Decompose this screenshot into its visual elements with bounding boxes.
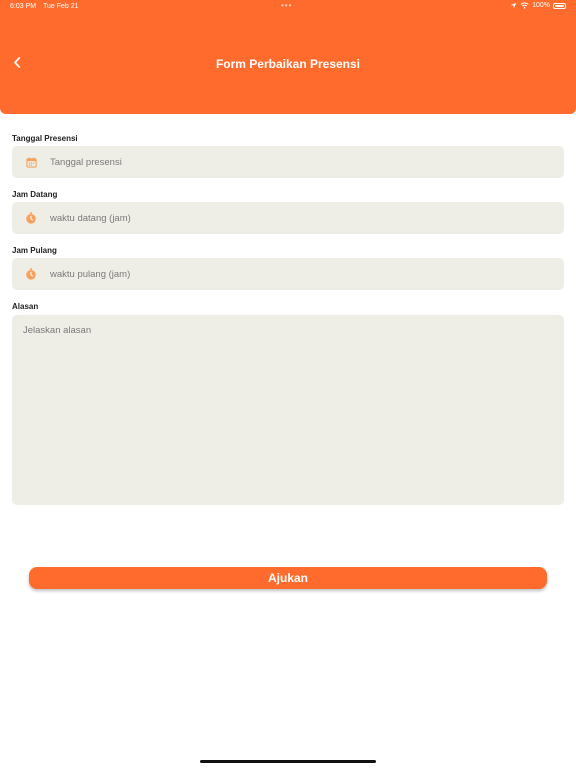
- app-header: 6:03 PM Tue Feb 21 ••• 100% Form Perbaik…: [0, 0, 576, 114]
- home-indicator[interactable]: [200, 760, 376, 763]
- status-time: 6:03 PM: [10, 3, 37, 10]
- multitasking-dots[interactable]: •••: [281, 1, 292, 10]
- screen: 6:03 PM Tue Feb 21 ••• 100% Form Perbaik…: [0, 0, 576, 768]
- wifi-icon: [520, 2, 529, 9]
- label-alasan: Alasan: [12, 302, 39, 311]
- alasan-placeholder: Jelaskan alasan: [23, 325, 92, 336]
- alasan-textarea[interactable]: Jelaskan alasan: [12, 315, 564, 505]
- status-bar: 6:03 PM Tue Feb 21 ••• 100%: [0, 0, 576, 14]
- tanggal-presensi-placeholder: Tanggal presensi: [50, 156, 122, 168]
- calendar-icon: [12, 146, 50, 178]
- jam-datang-placeholder: waktu datang (jam): [50, 212, 131, 224]
- jam-pulang-input[interactable]: waktu pulang (jam): [12, 258, 564, 290]
- submit-button[interactable]: Ajukan: [29, 567, 547, 589]
- page-title: Form Perbaikan Presensi: [215, 57, 361, 71]
- tanggal-presensi-input[interactable]: Tanggal presensi: [12, 146, 564, 178]
- stopwatch-icon: [12, 202, 50, 234]
- status-right: 100%: [510, 2, 566, 9]
- submit-button-label: Ajukan: [267, 571, 308, 585]
- stopwatch-icon: [12, 258, 50, 290]
- battery-percent: 100%: [532, 2, 550, 9]
- label-jam-pulang: Jam Pulang: [12, 246, 57, 255]
- status-date: Tue Feb 21: [43, 3, 79, 10]
- label-jam-datang: Jam Datang: [12, 190, 58, 199]
- battery-icon: [553, 2, 566, 9]
- location-icon: [510, 2, 517, 9]
- jam-pulang-placeholder: waktu pulang (jam): [50, 268, 131, 280]
- label-tanggal-presensi: Tanggal Presensi: [12, 134, 78, 143]
- jam-datang-input[interactable]: waktu datang (jam): [12, 202, 564, 234]
